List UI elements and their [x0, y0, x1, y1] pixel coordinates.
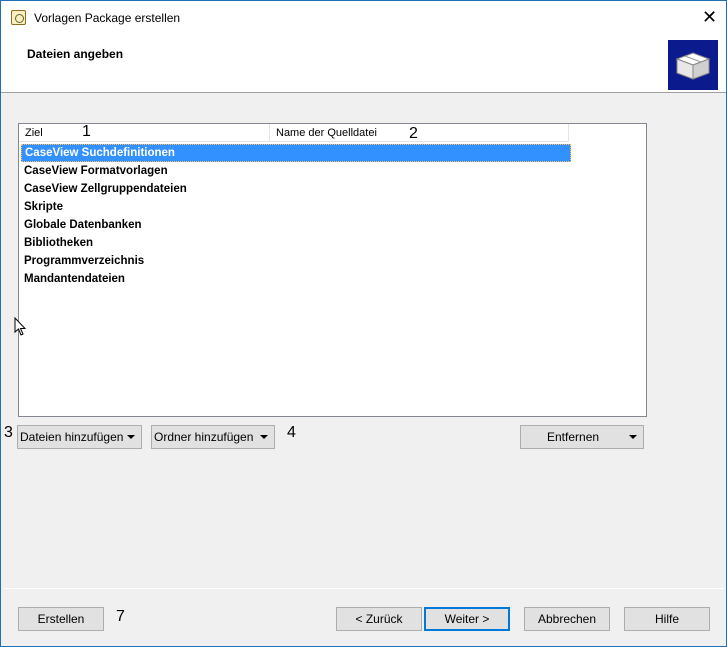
dialog-window: Vorlagen Package erstellen ✕ Dateien ang…	[0, 0, 727, 647]
annotation-4: 4	[287, 424, 296, 441]
close-icon: ✕	[701, 6, 718, 27]
list-item[interactable]: Mandantendateien	[21, 270, 571, 288]
add-files-button[interactable]: Dateien hinzufügen	[17, 425, 142, 449]
annotation-3: 3	[4, 424, 13, 441]
list-item[interactable]: Bibliotheken	[21, 234, 571, 252]
add-folder-button[interactable]: Ordner hinzufügen	[151, 425, 275, 449]
file-listview[interactable]: Ziel Name der Quelldatei CaseView Suchde…	[18, 123, 647, 417]
listview-header: Ziel Name der Quelldatei	[19, 124, 569, 142]
list-item[interactable]: Globale Datenbanken	[21, 216, 571, 234]
next-button[interactable]: Weiter >	[424, 607, 510, 631]
create-button[interactable]: Erstellen	[18, 607, 104, 631]
column-header-quelldatei[interactable]: Name der Quelldatei	[270, 124, 569, 142]
page-title: Dateien angeben	[27, 47, 124, 61]
column-header-ziel[interactable]: Ziel	[19, 124, 270, 142]
mouse-cursor-icon	[14, 317, 27, 336]
dropdown-arrow-icon	[260, 435, 268, 439]
annotation-1: 1	[82, 123, 91, 140]
footer-separator	[4, 588, 724, 589]
back-button[interactable]: < Zurück	[336, 607, 422, 631]
list-item[interactable]: Programmverzeichnis	[21, 252, 571, 270]
dropdown-arrow-icon	[629, 435, 637, 439]
help-button[interactable]: Hilfe	[624, 607, 710, 631]
remove-button[interactable]: Entfernen	[520, 425, 644, 449]
package-box-icon	[668, 40, 718, 90]
title-bar: Vorlagen Package erstellen ✕	[1, 1, 726, 33]
list-item[interactable]: Skripte	[21, 198, 571, 216]
wizard-header: Dateien angeben	[1, 33, 726, 93]
list-item[interactable]: CaseView Suchdefinitionen	[21, 144, 571, 162]
annotation-7: 7	[116, 608, 125, 625]
dropdown-arrow-icon	[127, 435, 135, 439]
close-button[interactable]: ✕	[693, 1, 726, 33]
app-icon	[11, 10, 26, 25]
list-item[interactable]: CaseView Formatvorlagen	[21, 162, 571, 180]
annotation-2: 2	[409, 125, 418, 142]
list-item[interactable]: CaseView Zellgruppendateien	[21, 180, 571, 198]
cancel-button[interactable]: Abbrechen	[524, 607, 610, 631]
listview-rows: CaseView Suchdefinitionen CaseView Forma…	[21, 144, 571, 288]
window-title: Vorlagen Package erstellen	[34, 11, 181, 25]
